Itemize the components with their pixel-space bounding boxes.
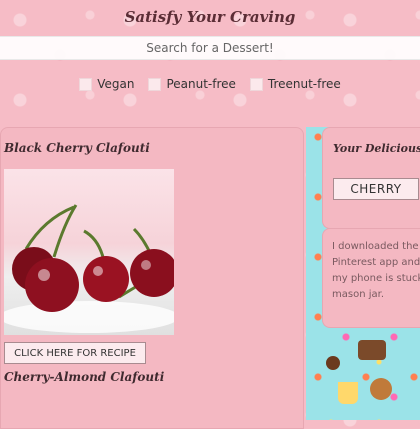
- saved-desserts-panel: Your Delicious S CHERRY: [322, 127, 420, 229]
- filter-peanut-free[interactable]: Peanut-free: [148, 77, 236, 91]
- cherries-image: [4, 204, 174, 333]
- recipe-title-black-cherry[interactable]: Black Cherry Clafouti: [4, 141, 150, 155]
- recipe-button[interactable]: CLICK HERE FOR RECIPE: [4, 342, 146, 364]
- note-text: I downloaded the Pinterest app and my ph…: [332, 239, 420, 303]
- cherry-tag-button[interactable]: CHERRY: [333, 178, 419, 200]
- filter-treenut-free[interactable]: Treenut-free: [249, 77, 341, 91]
- recipe-title-cherry-almond[interactable]: Cherry-Almond Clafouti: [4, 370, 164, 384]
- vegan-checkbox[interactable]: [79, 77, 93, 91]
- filter-peanut-free-label: Peanut-free: [166, 77, 236, 91]
- filter-vegan[interactable]: Vegan: [79, 77, 134, 91]
- cookie-icon: [326, 356, 340, 370]
- donut-icon: [370, 378, 392, 400]
- filter-options: Vegan Peanut-free Treenut-free: [0, 77, 420, 91]
- saved-desserts-title: Your Delicious S: [333, 142, 420, 155]
- note-line: I downloaded the: [332, 241, 419, 252]
- filter-treenut-free-label: Treenut-free: [267, 77, 341, 91]
- cupcake-icon: [338, 382, 358, 404]
- page-title: Satisfy Your Craving: [124, 8, 296, 26]
- note-line: my phone is stuck: [332, 273, 420, 284]
- recipe-list-panel[interactable]: Black Cherry Clafouti CLICK HERE FOR REC…: [0, 127, 304, 429]
- note-panel: I downloaded the Pinterest app and my ph…: [322, 228, 420, 328]
- note-line: mason jar.: [332, 289, 384, 300]
- search-input-text: Search for a Dessert!: [146, 41, 274, 55]
- peanut-free-checkbox[interactable]: [148, 77, 162, 91]
- cake-slice-icon: [358, 340, 386, 360]
- filter-vegan-label: Vegan: [97, 77, 135, 91]
- note-line: Pinterest app and: [332, 257, 420, 268]
- recipe-photo-cherries[interactable]: [4, 169, 174, 335]
- treenut-free-checkbox[interactable]: [249, 77, 263, 91]
- search-input[interactable]: Search for a Dessert!: [0, 36, 420, 60]
